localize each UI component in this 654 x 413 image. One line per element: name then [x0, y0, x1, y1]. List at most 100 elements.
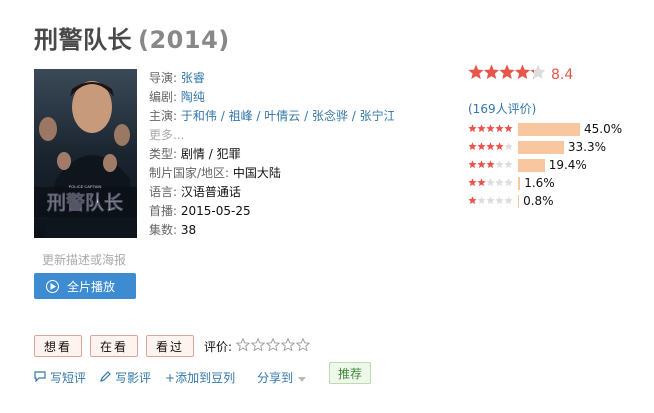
distribution-stars-icon	[468, 178, 513, 187]
distribution-bar	[518, 159, 545, 172]
episodes-value: 38	[180, 223, 197, 237]
distribution-star	[495, 124, 504, 133]
cast-more-row: 更多...	[149, 126, 394, 145]
play-icon	[46, 279, 59, 293]
rating-stars-icon	[468, 64, 548, 84]
rating-star	[499, 64, 515, 79]
empty-star-icon	[265, 337, 281, 351]
empty-star-icon	[280, 337, 296, 351]
distribution-star	[495, 196, 504, 205]
watching-button[interactable]: 在看	[90, 335, 139, 357]
cast-link-3[interactable]: 叶倩云	[264, 109, 300, 123]
distribution-percent: 45.0%	[584, 122, 623, 136]
rating-score: 8.4	[551, 67, 574, 83]
distribution-star	[468, 124, 477, 133]
distribution-star	[504, 160, 513, 169]
page-title: 刑警队长 (2014)	[34, 20, 230, 55]
country-row: 制片国家/地区: 中国大陆	[149, 166, 281, 180]
rating-votes-link[interactable]: (169人评价)	[468, 100, 536, 117]
rating-star	[468, 64, 484, 79]
distribution-bar	[518, 195, 520, 208]
watched-button[interactable]: 看过	[146, 335, 195, 357]
distribution-percent: 33.3%	[567, 140, 607, 154]
director-row: 导演: 张睿	[149, 71, 205, 85]
distribution-star	[504, 124, 513, 133]
poster-caption: 刑警队长	[47, 191, 124, 214]
distribution-star	[486, 142, 495, 151]
distribution-percent: 0.8%	[523, 194, 554, 208]
poster-image[interactable]: POLICE CAPTAIN 刑警队长	[34, 69, 137, 238]
want-to-watch-button[interactable]: 想看	[34, 335, 83, 357]
add-to-doulist-link[interactable]: +添加到豆列	[165, 369, 235, 386]
rating-star	[483, 64, 500, 79]
distribution-star	[504, 196, 513, 205]
pencil-icon	[100, 370, 111, 385]
distribution-star	[486, 124, 495, 133]
writer-row: 编剧: 陶纯	[149, 90, 205, 104]
cast-row: 主演: 于和伟 / 祖峰 / 叶倩云 / 张念骅 / 张宁江 /	[149, 109, 394, 123]
distribution-star	[486, 160, 495, 169]
update-description-link[interactable]: 更新描述或海报	[42, 251, 126, 268]
rate-label: 评价:	[204, 339, 233, 354]
title-year: (2014)	[138, 26, 230, 54]
speech-bubble-icon	[34, 370, 46, 385]
empty-star-icon	[235, 337, 251, 351]
language-row: 语言: 汉语普通话	[149, 185, 241, 199]
distribution-star	[468, 196, 477, 205]
cast-link-5[interactable]: 张宁江	[360, 109, 394, 123]
episodes-row: 集数: 38	[149, 223, 197, 237]
premiere-value: 2015-05-25	[180, 204, 251, 218]
writer-link[interactable]: 陶纯	[181, 90, 205, 104]
genre-row: 类型: 剧情 / 犯罪	[149, 147, 241, 161]
director-link[interactable]: 张睿	[181, 71, 205, 85]
rating-star	[514, 64, 531, 79]
language-value: 汉语普通话	[180, 185, 241, 199]
distribution-stars-icon	[468, 124, 513, 133]
distribution-star	[477, 178, 486, 187]
distribution-star	[495, 178, 504, 187]
play-all-button[interactable]: 全片播放	[34, 273, 136, 299]
bottom-actions: 写短评 写影评 +添加到豆列 分享到	[34, 369, 307, 386]
distribution-star	[477, 160, 486, 169]
collection-actions: 想看 在看 看过 评价:	[34, 335, 312, 357]
cast-link-2[interactable]: 祖峰	[229, 109, 253, 123]
title-name: 刑警队长	[34, 26, 132, 54]
distribution-bar	[518, 123, 580, 136]
empty-star-icon	[295, 337, 311, 351]
share-link[interactable]: 分享到	[257, 369, 307, 386]
write-short-review-link[interactable]: 写短评	[34, 369, 86, 386]
distribution-star	[504, 142, 513, 151]
info-panel: 导演: 张睿 编剧: 陶纯 主演: 于和伟 / 祖峰 / 叶倩云 / 张念骅 /…	[149, 69, 394, 240]
play-all-label: 全片播放	[67, 279, 116, 294]
write-review-link[interactable]: 写影评	[100, 369, 151, 386]
poster-subcaption: POLICE CAPTAIN	[69, 184, 102, 189]
distribution-star	[477, 124, 486, 133]
genre-1: 剧情	[180, 147, 205, 161]
distribution-star	[495, 142, 504, 151]
premiere-row: 首播: 2015-05-25	[149, 204, 251, 218]
rate-stars-input[interactable]	[235, 337, 312, 356]
distribution-star	[468, 160, 477, 169]
distribution-star	[486, 196, 495, 205]
distribution-percent: 1.6%	[524, 176, 555, 190]
distribution-star	[477, 142, 486, 151]
genre-2: 犯罪	[216, 147, 241, 161]
distribution-bar	[518, 177, 521, 190]
recommend-button[interactable]: 推荐	[329, 362, 372, 384]
cast-link-1[interactable]: 于和伟	[181, 109, 217, 123]
distribution-star	[477, 196, 486, 205]
distribution-stars-icon	[468, 196, 513, 205]
share-dropdown-icon	[298, 371, 307, 385]
distribution-star	[468, 142, 477, 151]
distribution-star	[468, 178, 477, 187]
distribution-stars-icon	[468, 160, 513, 169]
cast-more-link[interactable]: 更多...	[149, 128, 184, 142]
cast-link-4[interactable]: 张念骅	[312, 109, 348, 123]
distribution-bar	[518, 141, 564, 154]
country-value: 中国大陆	[232, 166, 281, 180]
distribution-star	[486, 178, 495, 187]
distribution-star	[495, 160, 504, 169]
distribution-star	[504, 178, 513, 187]
distribution-stars-icon	[468, 142, 513, 151]
empty-star-icon	[250, 337, 266, 351]
